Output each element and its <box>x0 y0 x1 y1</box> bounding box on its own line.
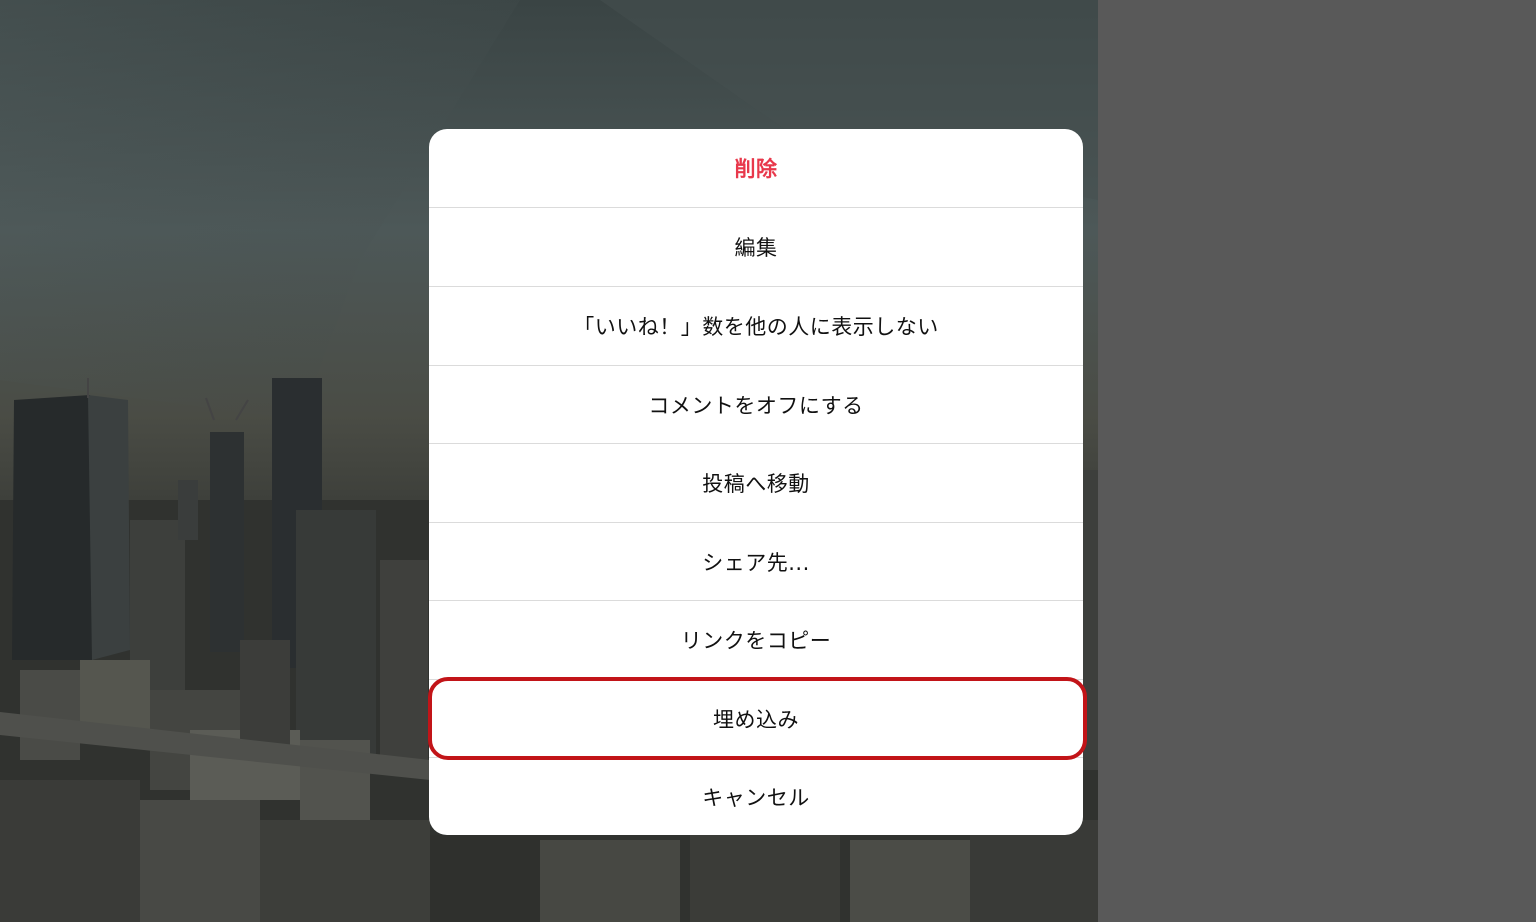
screen: 削除 編集 「いいね！」数を他の人に表示しない コメントをオフにする 投稿へ移動… <box>0 0 1536 922</box>
delete-button[interactable]: 削除 <box>429 129 1083 207</box>
share-to-button[interactable]: シェア先... <box>429 523 1083 601</box>
copy-link-button[interactable]: リンクをコピー <box>429 601 1083 679</box>
turn-off-comments-button[interactable]: コメントをオフにする <box>429 366 1083 444</box>
hide-like-count-button[interactable]: 「いいね！」数を他の人に表示しない <box>429 287 1083 365</box>
edit-button[interactable]: 編集 <box>429 208 1083 286</box>
cancel-button[interactable]: キャンセル <box>429 758 1083 835</box>
go-to-post-button[interactable]: 投稿へ移動 <box>429 444 1083 522</box>
action-sheet: 削除 編集 「いいね！」数を他の人に表示しない コメントをオフにする 投稿へ移動… <box>429 129 1083 835</box>
right-dim-panel <box>1098 0 1536 922</box>
embed-button[interactable]: 埋め込み <box>429 680 1083 758</box>
